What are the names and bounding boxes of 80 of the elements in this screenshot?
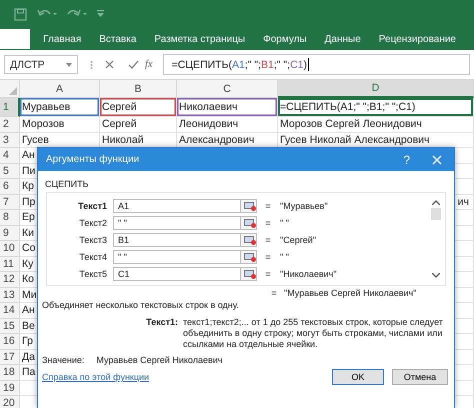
help-button[interactable]: ? bbox=[403, 152, 410, 166]
row-header[interactable]: 13 bbox=[0, 288, 20, 303]
row-header[interactable]: 10 bbox=[0, 241, 20, 256]
equals-sign: = bbox=[264, 252, 272, 262]
ribbon-tab[interactable]: Вставка bbox=[99, 34, 136, 44]
enter-icon[interactable] bbox=[128, 60, 139, 69]
save-icon[interactable] bbox=[14, 8, 27, 20]
argument-help-label: Текст1: bbox=[145, 317, 178, 329]
argument-field[interactable]: C1 bbox=[113, 266, 241, 280]
column-header[interactable]: C bbox=[177, 80, 278, 98]
close-icon[interactable] bbox=[432, 154, 442, 164]
scroll-up-icon[interactable] bbox=[432, 200, 440, 205]
row-header[interactable]: 3 bbox=[0, 132, 20, 148]
cancel-button[interactable]: Отмена bbox=[392, 369, 448, 385]
column-header[interactable]: B bbox=[100, 80, 177, 98]
row-header[interactable]: 20 bbox=[0, 396, 20, 408]
row-header[interactable]: 14 bbox=[0, 303, 20, 318]
formula-result: "Муравьев Сергей Николаевич" bbox=[284, 288, 416, 298]
cancel-icon[interactable] bbox=[105, 60, 114, 69]
row-header[interactable]: 7 bbox=[0, 194, 20, 210]
table-cell: Морозов bbox=[20, 117, 100, 132]
row-header[interactable]: 4 bbox=[0, 148, 20, 164]
caret-icon[interactable] bbox=[66, 62, 72, 66]
grip-icon[interactable] bbox=[90, 60, 93, 70]
row-header[interactable]: 5 bbox=[0, 164, 20, 179]
ribbon-tab[interactable]: Рецензирование bbox=[378, 34, 456, 44]
row-header[interactable]: 8 bbox=[0, 210, 20, 226]
insert-function-button[interactable]: fx bbox=[145, 59, 153, 70]
argument-field[interactable]: " " bbox=[113, 250, 241, 264]
ribbon-tab[interactable]: Главная bbox=[43, 34, 82, 44]
ribbon-tab[interactable]: Данные bbox=[324, 34, 361, 44]
name-box[interactable]: ДЛСТР bbox=[4, 55, 78, 74]
function-name: СЦЕПИТЬ bbox=[45, 179, 90, 189]
row-header[interactable]: 18 bbox=[0, 365, 20, 380]
argument-field[interactable]: B1 bbox=[113, 232, 241, 246]
row-header[interactable]: 15 bbox=[0, 318, 20, 334]
equals-sign: = bbox=[264, 268, 272, 278]
argument-help-text: текст1;текст2;... от 1 до 255 текстовых строк, которые следует объединить в одну строку; могут быть строками, числами или ссылками на отдельные ячейки. bbox=[183, 317, 444, 350]
row-header[interactable]: 17 bbox=[0, 350, 20, 365]
row-header[interactable]: 1 bbox=[0, 98, 20, 117]
table-cell: Сергей bbox=[100, 98, 177, 117]
ribbon-tab[interactable]: Разметка страницы bbox=[154, 34, 246, 44]
formula-field[interactable]: =СЦЕПИТЬ(A1;" ";B1;" ";C1) bbox=[162, 54, 470, 75]
argument-result: "Николаевич" bbox=[279, 268, 338, 278]
argument-result: " " bbox=[279, 252, 290, 262]
table-cell: Леонидович bbox=[177, 117, 278, 132]
ribbon-tab[interactable]: Формулы bbox=[263, 34, 307, 44]
column-header[interactable]: A bbox=[20, 80, 100, 98]
table-cell: =СЦЕПИТЬ(A1;" ";B1;" ";C1) bbox=[278, 98, 474, 117]
argument-field[interactable]: A1 bbox=[113, 198, 241, 212]
equals-sign: = bbox=[264, 234, 272, 244]
argument-result: " " bbox=[279, 218, 290, 228]
value-label: Значение: bbox=[42, 355, 84, 365]
range-select-button[interactable] bbox=[241, 250, 257, 264]
range-select-button[interactable] bbox=[241, 216, 257, 230]
argument-result: "Сергей" bbox=[279, 234, 318, 244]
equals-sign: = bbox=[264, 218, 272, 228]
table-cell: Сергей bbox=[100, 117, 177, 132]
row-header[interactable]: 11 bbox=[0, 256, 20, 272]
argument-field[interactable]: " " bbox=[113, 216, 241, 230]
equals-sign: = bbox=[264, 200, 272, 210]
argument-result: "Муравьев" bbox=[279, 200, 329, 210]
row-header[interactable]: 6 bbox=[0, 179, 20, 194]
row-header[interactable]: 16 bbox=[0, 334, 20, 350]
column-header[interactable]: D bbox=[278, 80, 474, 98]
range-select-button[interactable] bbox=[241, 266, 257, 280]
table-cell: Николаевич bbox=[177, 98, 278, 117]
range-select-button[interactable] bbox=[241, 232, 257, 246]
row-header[interactable]: 9 bbox=[0, 226, 20, 241]
row-header[interactable]: 12 bbox=[0, 272, 20, 288]
range-select-button[interactable] bbox=[241, 198, 257, 212]
row-header[interactable]: 19 bbox=[0, 380, 20, 396]
scroll-down-icon[interactable] bbox=[432, 273, 440, 278]
row-header[interactable]: 2 bbox=[0, 117, 20, 132]
scrollbar-thumb[interactable] bbox=[431, 208, 441, 220]
table-cell: Морозов Сергей Леонидович bbox=[278, 117, 474, 132]
equals-sign: = bbox=[270, 288, 278, 298]
ok-button[interactable]: OK bbox=[332, 369, 384, 385]
customize-icon[interactable] bbox=[97, 10, 104, 18]
table-cell: Муравьев bbox=[20, 98, 100, 117]
